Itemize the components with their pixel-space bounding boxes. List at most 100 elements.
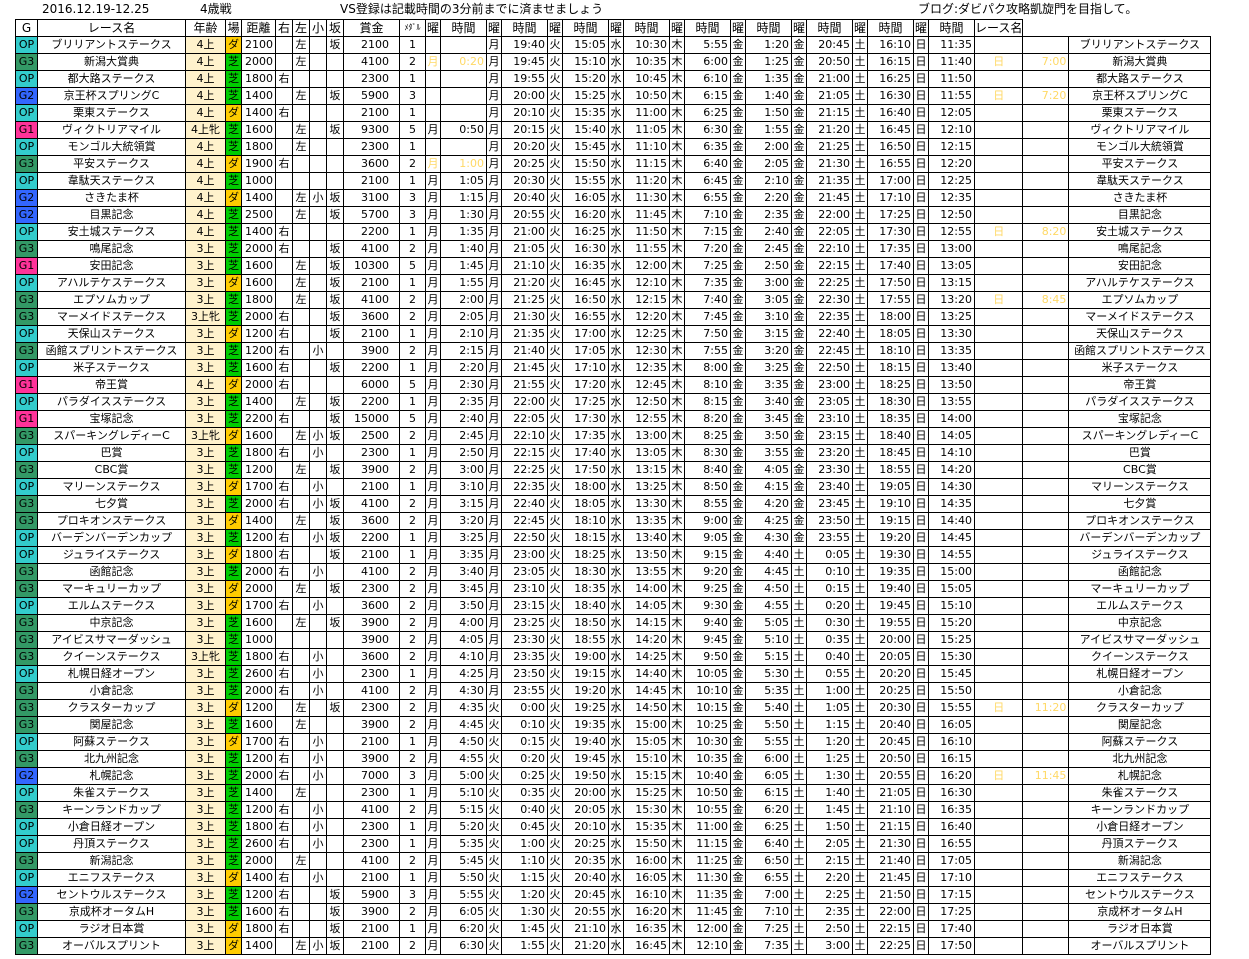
weekday-cell: 月 xyxy=(486,461,502,479)
column-header: 時間 xyxy=(745,19,792,37)
time-cell: 20:45 xyxy=(562,886,609,904)
grade-badge: OP xyxy=(15,818,38,836)
time-cell: 22:05 xyxy=(806,223,853,241)
weekday-cell: 土 xyxy=(852,546,868,564)
time-cell: 13:35 xyxy=(928,342,975,360)
table-row: G3 新潟大賞典 4上芝 2000 左 4100 2 月 0:20 月 19:45 火 15:10 水 10… xyxy=(15,53,1212,71)
prize-cell: 2200 xyxy=(343,529,400,547)
time-cell: 10:55 xyxy=(684,801,731,819)
race-name-right: オーバルスプリント xyxy=(1068,937,1212,955)
medal-cell: 2 xyxy=(399,937,426,955)
right-turn-cell xyxy=(275,172,293,190)
weekday-cell: 火 xyxy=(547,733,563,751)
weekday-cell: 土 xyxy=(852,138,868,156)
small-track-cell xyxy=(309,104,327,122)
left-turn-cell xyxy=(292,920,310,938)
left-turn-cell: 左 xyxy=(292,580,310,598)
race-name: 帝王賞 xyxy=(37,376,186,394)
time-cell: 22:25 xyxy=(867,937,914,955)
grade-badge: G3 xyxy=(15,682,38,700)
distance-cell: 1600 xyxy=(241,359,276,377)
weekday-cell: 月 xyxy=(486,257,502,275)
time-cell: 5:55 xyxy=(440,886,487,904)
weekday-cell: 月 xyxy=(425,665,441,683)
time-cell: 11:50 xyxy=(623,223,670,241)
slope-cell xyxy=(326,733,344,751)
surface-cell: 芝 xyxy=(225,53,242,71)
right-turn-cell xyxy=(275,257,293,275)
weekday-cell: 月 xyxy=(425,750,441,768)
weekday-cell: 月 xyxy=(425,53,441,71)
weekday-cell: 金 xyxy=(791,478,807,496)
weekday-cell: 火 xyxy=(547,172,563,190)
weekday-cell: 日 xyxy=(913,53,929,71)
time-cell: 11:50 xyxy=(928,70,975,88)
distance-cell: 1600 xyxy=(241,274,276,292)
time-cell: 8:50 xyxy=(684,478,731,496)
time-cell: 19:00 xyxy=(562,648,609,666)
age-cell: 3上 xyxy=(185,903,226,921)
weekday-cell: 木 xyxy=(669,478,685,496)
time-cell: 17:50 xyxy=(928,937,975,955)
time-cell: 5:30 xyxy=(745,665,792,683)
weekday-cell: 木 xyxy=(669,376,685,394)
table-row: OP 札幌日経オープン 3上芝 2600 右小 2300 1 月 4:25 月 23:50 火 19:1… xyxy=(15,665,1212,683)
weekday-cell: 土 xyxy=(852,563,868,581)
right-turn-cell: 右 xyxy=(275,240,293,258)
surface-cell: 芝 xyxy=(225,461,242,479)
slope-cell: 坂 xyxy=(326,461,344,479)
right-turn-cell: 右 xyxy=(275,546,293,564)
time-cell: 16:20 xyxy=(562,206,609,224)
time-cell: 7:10 xyxy=(745,903,792,921)
time-cell: 18:35 xyxy=(867,410,914,428)
weekday-cell: 木 xyxy=(669,512,685,530)
weekday-cell: 日 xyxy=(913,427,929,445)
time-cell: 16:40 xyxy=(867,104,914,122)
prize-cell: 2200 xyxy=(343,393,400,411)
medal-cell: 2 xyxy=(399,750,426,768)
weekday-cell: 土 xyxy=(852,308,868,326)
time-cell: 20:05 xyxy=(562,801,609,819)
time-cell: 0:50 xyxy=(440,121,487,139)
weekday-cell: 日 xyxy=(913,121,929,139)
time-cell: 8:55 xyxy=(684,495,731,513)
left-turn-cell: 左 xyxy=(292,189,310,207)
age-cell: 3上 xyxy=(185,512,226,530)
prize-cell: 3600 xyxy=(343,597,400,615)
time-cell xyxy=(1022,614,1070,632)
table-row: G3 プロキオンステークス 3上ダ 1400 左坂 3600 2 月 3:20 月 22:45 火 18… xyxy=(15,512,1212,530)
race-name: ラジオ日本賞 xyxy=(37,920,186,938)
age-cell: 3上 xyxy=(185,393,226,411)
weekday-cell: 金 xyxy=(730,716,746,734)
medal-cell: 2 xyxy=(399,53,426,71)
weekday-cell: 日 xyxy=(913,580,929,598)
time-cell xyxy=(1022,36,1070,54)
table-row: G1 安田記念 3上芝 1600 左坂 10300 5 月 1:45 月 21:10 火 16:35 水 1… xyxy=(15,257,1212,275)
weekday-cell: 土 xyxy=(852,291,868,309)
distance-cell: 2000 xyxy=(241,852,276,870)
time-cell xyxy=(440,87,487,105)
weekday-cell: 火 xyxy=(547,189,563,207)
weekday-cell: 土 xyxy=(852,614,868,632)
time-cell: 5:15 xyxy=(745,648,792,666)
table-row: G3 キーンランドカップ 3上芝 1200 右小 4100 2 月 5:15 火 0:40 火 20:0… xyxy=(15,801,1212,819)
time-cell: 11:00 xyxy=(623,104,670,122)
grade-badge: G2 xyxy=(15,189,38,207)
time-cell: 8:45 xyxy=(1022,291,1070,309)
race-name-right: 米子ステークス xyxy=(1068,359,1212,377)
weekday-cell: 木 xyxy=(669,750,685,768)
time-cell: 10:25 xyxy=(684,716,731,734)
weekday-cell: 火 xyxy=(547,70,563,88)
weekday-cell: 金 xyxy=(730,869,746,887)
time-cell: 16:35 xyxy=(623,920,670,938)
time-cell: 21:20 xyxy=(501,274,548,292)
medal-cell: 1 xyxy=(399,70,426,88)
slope-cell xyxy=(326,801,344,819)
slope-cell xyxy=(326,682,344,700)
weekday-cell xyxy=(973,869,1024,887)
weekday-cell xyxy=(973,461,1024,479)
small-track-cell xyxy=(309,274,327,292)
weekday-cell: 日 xyxy=(913,342,929,360)
time-cell: 23:50 xyxy=(806,512,853,530)
surface-cell: ダ xyxy=(225,512,242,530)
